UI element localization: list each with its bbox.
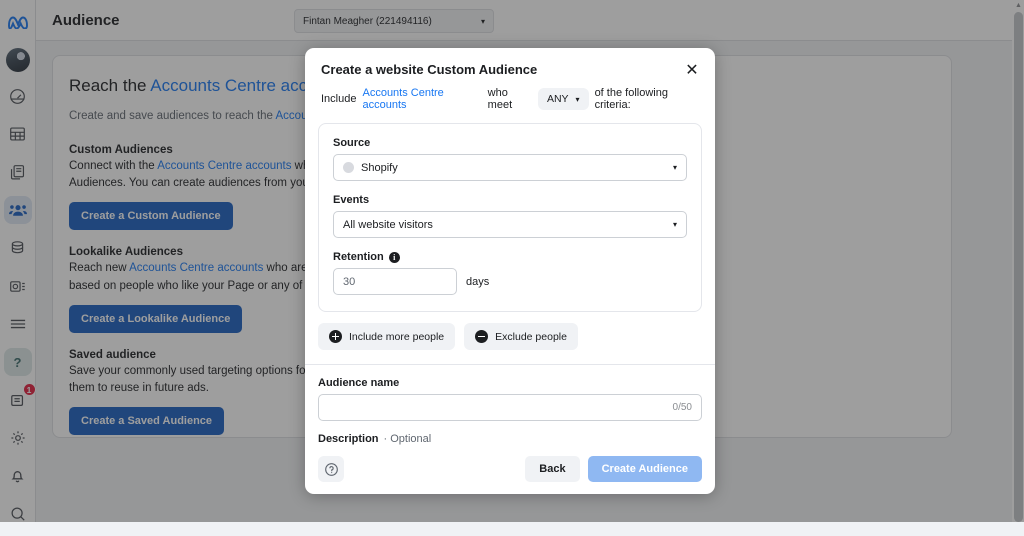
description-label-text: Description <box>318 433 379 445</box>
dialog-body: Source Shopify ▾ Events All website visi… <box>305 123 715 446</box>
description-optional-text: · Optional <box>383 433 432 445</box>
match-type-dropdown[interactable]: ANY ▾ <box>537 88 589 110</box>
audience-name-field[interactable]: 0/50 <box>318 394 702 421</box>
close-icon[interactable]: ✕ <box>681 59 703 81</box>
include-more-people-label: Include more people <box>349 330 445 343</box>
source-avatar-icon <box>343 162 354 173</box>
chevron-down-icon: ▾ <box>672 220 677 229</box>
audience-name-counter: 0/50 <box>672 402 692 413</box>
chevron-down-icon: ▾ <box>672 163 677 172</box>
retention-row: days <box>333 268 687 295</box>
accounts-centre-link[interactable]: Accounts Centre accounts <box>362 87 481 111</box>
back-button[interactable]: Back <box>525 456 580 482</box>
match-type-value: ANY <box>546 93 569 105</box>
exclude-people-label: Exclude people <box>495 330 567 343</box>
retention-label: Retention i <box>333 251 687 263</box>
events-label: Events <box>333 194 370 206</box>
audience-name-label: Audience name <box>318 377 400 389</box>
dialog-title: Create a website Custom Audience <box>321 62 538 77</box>
naming-section: Audience name 0/50 Description · Optiona… <box>305 365 715 446</box>
retention-input[interactable] <box>333 268 457 295</box>
events-select[interactable]: All website visitors ▾ <box>333 211 687 238</box>
chevron-down-icon: ▾ <box>575 94 580 104</box>
events-value: All website visitors <box>343 218 433 231</box>
help-icon[interactable] <box>318 456 344 482</box>
audience-modifier-row: Include more people Exclude people <box>305 312 715 350</box>
exclude-people-button[interactable]: Exclude people <box>464 323 578 350</box>
info-icon[interactable]: i <box>388 251 400 263</box>
audience-name-input[interactable] <box>328 400 673 415</box>
dialog-footer: Back Create Audience <box>305 446 715 494</box>
include-middle: who meet <box>487 87 513 111</box>
source-select[interactable]: Shopify ▾ <box>333 154 687 181</box>
source-label: Source <box>333 137 371 149</box>
plus-icon <box>329 330 342 343</box>
include-prefix: Include <box>321 93 357 105</box>
create-website-custom-audience-dialog: Create a website Custom Audience ✕ Inclu… <box>305 48 715 494</box>
dialog-header: Create a website Custom Audience ✕ <box>305 48 715 79</box>
retention-label-text: Retention <box>333 251 384 263</box>
minus-icon <box>475 330 489 343</box>
retention-unit: days <box>466 275 490 288</box>
include-criteria-row: Include Accounts Centre accounts who mee… <box>305 77 715 123</box>
include-suffix: of the following criteria: <box>594 87 668 111</box>
criteria-card: Source Shopify ▾ Events All website visi… <box>318 123 702 312</box>
source-value: Shopify <box>361 161 398 174</box>
create-audience-button[interactable]: Create Audience <box>587 456 702 482</box>
include-more-people-button[interactable]: Include more people <box>318 323 456 350</box>
footer-buttons: Back Create Audience <box>525 456 702 482</box>
description-label: Description · Optional <box>318 433 702 445</box>
